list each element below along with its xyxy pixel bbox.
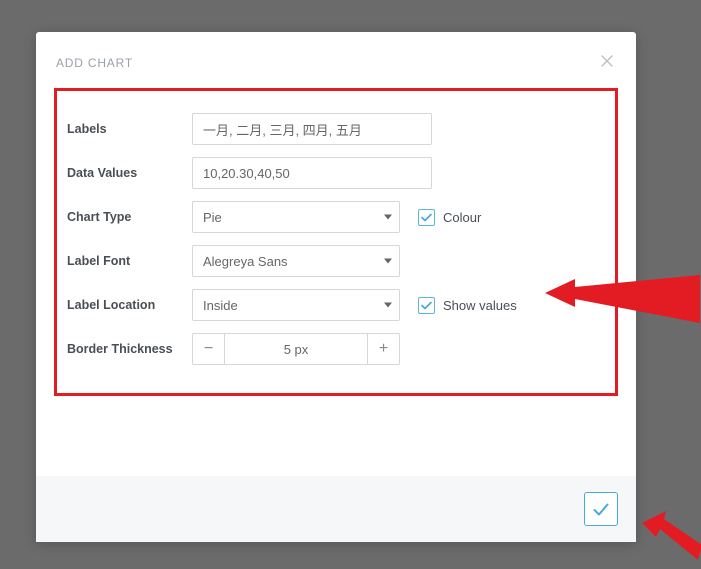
chart-type-label: Chart Type: [67, 210, 192, 224]
border-thickness-label: Border Thickness: [67, 342, 192, 356]
data-values-label: Data Values: [67, 166, 192, 180]
border-thickness-value: 5 px: [225, 334, 367, 364]
label-location-label: Label Location: [67, 298, 192, 312]
show-values-checkbox[interactable]: [418, 297, 435, 314]
label-font-select[interactable]: Alegreya Sans: [192, 245, 400, 277]
label-font-value: Alegreya Sans: [203, 254, 288, 269]
labels-input[interactable]: [192, 113, 432, 145]
label-font-label: Label Font: [67, 254, 192, 268]
colour-checkbox-wrap: Colour: [418, 209, 481, 226]
colour-label: Colour: [443, 210, 481, 225]
labels-label: Labels: [67, 122, 192, 136]
check-icon: [593, 503, 609, 516]
chart-type-select[interactable]: Pie: [192, 201, 400, 233]
show-values-checkbox-wrap: Show values: [418, 297, 517, 314]
form-highlight: Labels Data Values Chart Type Pie Colour…: [54, 88, 618, 396]
row-chart-type: Chart Type Pie Colour: [67, 201, 593, 233]
stepper-plus-button[interactable]: +: [367, 334, 399, 364]
row-label-font: Label Font Alegreya Sans: [67, 245, 593, 277]
data-values-input[interactable]: [192, 157, 432, 189]
show-values-label: Show values: [443, 298, 517, 313]
annotation-arrow-icon: [642, 505, 701, 560]
colour-checkbox[interactable]: [418, 209, 435, 226]
row-labels: Labels: [67, 113, 593, 145]
border-thickness-stepper: − 5 px +: [192, 333, 400, 365]
label-location-value: Inside: [203, 298, 238, 313]
row-label-location: Label Location Inside Show values: [67, 289, 593, 321]
stepper-minus-button[interactable]: −: [193, 334, 225, 364]
row-data-values: Data Values: [67, 157, 593, 189]
modal-title: ADD CHART: [56, 56, 133, 70]
confirm-button[interactable]: [584, 492, 618, 526]
add-chart-modal: ADD CHART Labels Data Values Chart Type …: [36, 32, 636, 542]
modal-footer: [36, 476, 636, 542]
row-border-thickness: Border Thickness − 5 px +: [67, 333, 593, 365]
label-location-select[interactable]: Inside: [192, 289, 400, 321]
modal-header: ADD CHART: [36, 32, 636, 82]
close-icon[interactable]: [598, 52, 616, 70]
chart-type-value: Pie: [203, 210, 222, 225]
